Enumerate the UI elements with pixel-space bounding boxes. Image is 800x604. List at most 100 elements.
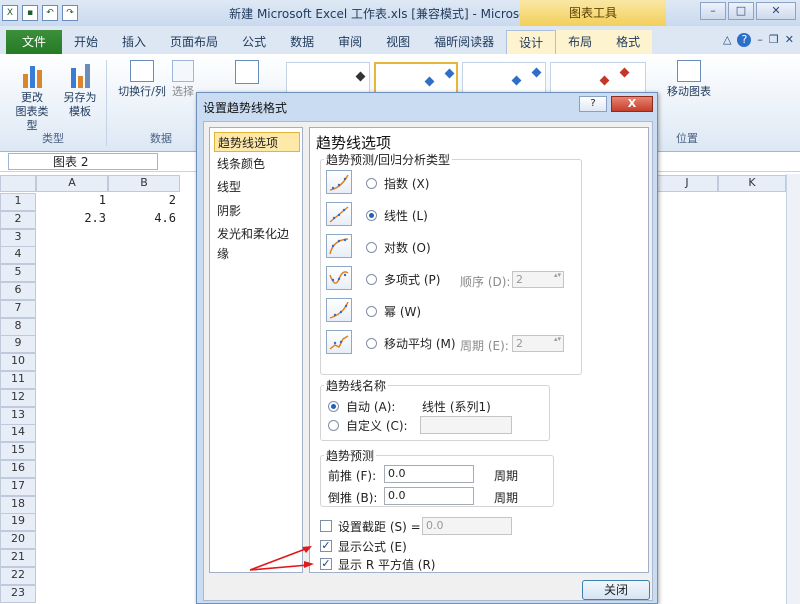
- row-header[interactable]: 14: [0, 424, 36, 443]
- power-trend-icon: [326, 298, 352, 322]
- tab-layout[interactable]: 布局: [556, 30, 605, 54]
- select-all-corner[interactable]: [0, 175, 36, 192]
- tab-review[interactable]: 审阅: [326, 30, 374, 54]
- column-header[interactable]: K: [718, 175, 786, 192]
- help-icon[interactable]: ?: [737, 33, 752, 47]
- switch-row-col-icon: [130, 60, 154, 82]
- row-header[interactable]: 9: [0, 335, 36, 354]
- restore-doc-icon[interactable]: ❐: [769, 33, 779, 47]
- row-header[interactable]: 1: [0, 193, 36, 211]
- cell-b2[interactable]: 4.6: [108, 211, 176, 225]
- row-header[interactable]: 12: [0, 388, 36, 407]
- tab-page-layout[interactable]: 页面布局: [158, 30, 230, 54]
- tab-formulas[interactable]: 公式: [230, 30, 278, 54]
- radio-logarithmic[interactable]: [366, 242, 377, 253]
- dialog-close-button[interactable]: X: [611, 96, 653, 112]
- close-window-button[interactable]: ✕: [756, 2, 796, 20]
- group-label-data: 数据: [150, 132, 172, 145]
- label-power: 幂 (W): [384, 305, 422, 319]
- row-header[interactable]: 7: [0, 299, 36, 318]
- change-chart-type-button[interactable]: 更改 图表类型: [12, 60, 52, 133]
- label-exponential: 指数 (X): [384, 177, 430, 191]
- tab-data[interactable]: 数据: [278, 30, 326, 54]
- collapse-ribbon-icon[interactable]: △: [723, 33, 731, 47]
- intercept-input[interactable]: 0.0: [422, 517, 512, 535]
- save-template-button[interactable]: 另存为 模板: [60, 60, 100, 119]
- tab-file[interactable]: 文件: [6, 30, 63, 54]
- tab-design[interactable]: 设计: [506, 30, 557, 54]
- nav-line-style[interactable]: 线型: [214, 177, 300, 197]
- maximize-button[interactable]: □: [728, 2, 754, 20]
- row-header[interactable]: 17: [0, 477, 36, 496]
- tab-format[interactable]: 格式: [604, 30, 653, 54]
- nav-shadow[interactable]: 阴影: [214, 201, 300, 221]
- forward-input[interactable]: 0.0: [384, 465, 474, 483]
- row-header[interactable]: 16: [0, 460, 36, 478]
- switch-row-col-button[interactable]: 切换行/列: [112, 60, 172, 99]
- row-header[interactable]: 23: [0, 584, 36, 603]
- order-spinner[interactable]: 2: [512, 271, 564, 288]
- column-header[interactable]: B: [108, 175, 180, 192]
- close-doc-icon[interactable]: ✕: [785, 33, 794, 47]
- row-header[interactable]: 10: [0, 353, 36, 372]
- group-separator: [106, 60, 107, 146]
- select-data-button[interactable]: 选择: [168, 60, 198, 99]
- radio-power[interactable]: [366, 306, 377, 317]
- row-header[interactable]: 8: [0, 317, 36, 336]
- style-marker: [444, 68, 455, 79]
- row-header[interactable]: 2: [0, 210, 36, 229]
- name-box[interactable]: 图表 2: [8, 153, 158, 170]
- row-header[interactable]: 19: [0, 513, 36, 532]
- logarithmic-trend-icon: [326, 234, 352, 258]
- backward-input[interactable]: 0.0: [384, 487, 474, 505]
- nav-glow-soft-edges[interactable]: 发光和柔化边缘: [214, 224, 300, 261]
- radio-name-auto[interactable]: [328, 401, 339, 412]
- checkbox-set-intercept[interactable]: [320, 520, 332, 532]
- column-header[interactable]: J: [656, 175, 718, 192]
- options-pane: 趋势线选项 趋势预测/回归分析类型 指数 (X) 线性 (L) 对数 (O) 多…: [309, 127, 649, 573]
- row-header[interactable]: 3: [0, 228, 36, 247]
- minimize-button[interactable]: –: [700, 2, 726, 20]
- row-header[interactable]: 11: [0, 371, 36, 389]
- select-data-label: 选择: [172, 85, 194, 98]
- row-header[interactable]: 5: [0, 264, 36, 283]
- tab-home[interactable]: 开始: [62, 30, 110, 54]
- save-template-icon: [66, 60, 94, 88]
- radio-name-custom[interactable]: [328, 420, 339, 431]
- radio-exponential[interactable]: [366, 178, 377, 189]
- exponential-trend-icon: [326, 170, 352, 194]
- dialog-close-action-button[interactable]: 关闭: [582, 580, 650, 600]
- vertical-scrollbar[interactable]: [786, 174, 800, 604]
- tab-foxit[interactable]: 福昕阅读器: [422, 30, 506, 54]
- label-backward: 倒推 (B):: [328, 491, 378, 505]
- move-chart-button[interactable]: 移动图表: [660, 60, 718, 99]
- row-header[interactable]: 18: [0, 495, 36, 514]
- quick-layout-button[interactable]: [232, 60, 262, 87]
- label-linear: 线性 (L): [384, 209, 428, 223]
- custom-name-input[interactable]: [420, 416, 512, 434]
- row-header[interactable]: 21: [0, 549, 36, 567]
- cell-b1[interactable]: 2: [108, 193, 176, 207]
- row-header[interactable]: 15: [0, 442, 36, 461]
- tab-insert[interactable]: 插入: [110, 30, 158, 54]
- moving-average-trend-icon: [326, 330, 352, 354]
- radio-moving-average[interactable]: [366, 338, 377, 349]
- linear-trend-icon: [326, 202, 352, 226]
- row-header[interactable]: 13: [0, 406, 36, 425]
- dialog-help-button[interactable]: ?: [579, 96, 607, 112]
- dialog-title: 设置趋势线格式: [203, 101, 288, 115]
- radio-linear[interactable]: [366, 210, 377, 221]
- row-header[interactable]: 20: [0, 531, 36, 550]
- row-header[interactable]: 6: [0, 282, 36, 300]
- column-header[interactable]: A: [36, 175, 108, 192]
- nav-line-color[interactable]: 线条颜色: [214, 154, 300, 174]
- row-header[interactable]: 4: [0, 246, 36, 265]
- nav-trendline-options[interactable]: 趋势线选项: [214, 132, 300, 152]
- cell-a1[interactable]: 1: [36, 193, 106, 207]
- minimize-doc-icon[interactable]: –: [757, 33, 763, 47]
- radio-polynomial[interactable]: [366, 274, 377, 285]
- cell-a2[interactable]: 2.3: [36, 211, 106, 225]
- period-spinner[interactable]: 2: [512, 335, 564, 352]
- tab-view[interactable]: 视图: [374, 30, 422, 54]
- row-header[interactable]: 22: [0, 566, 36, 585]
